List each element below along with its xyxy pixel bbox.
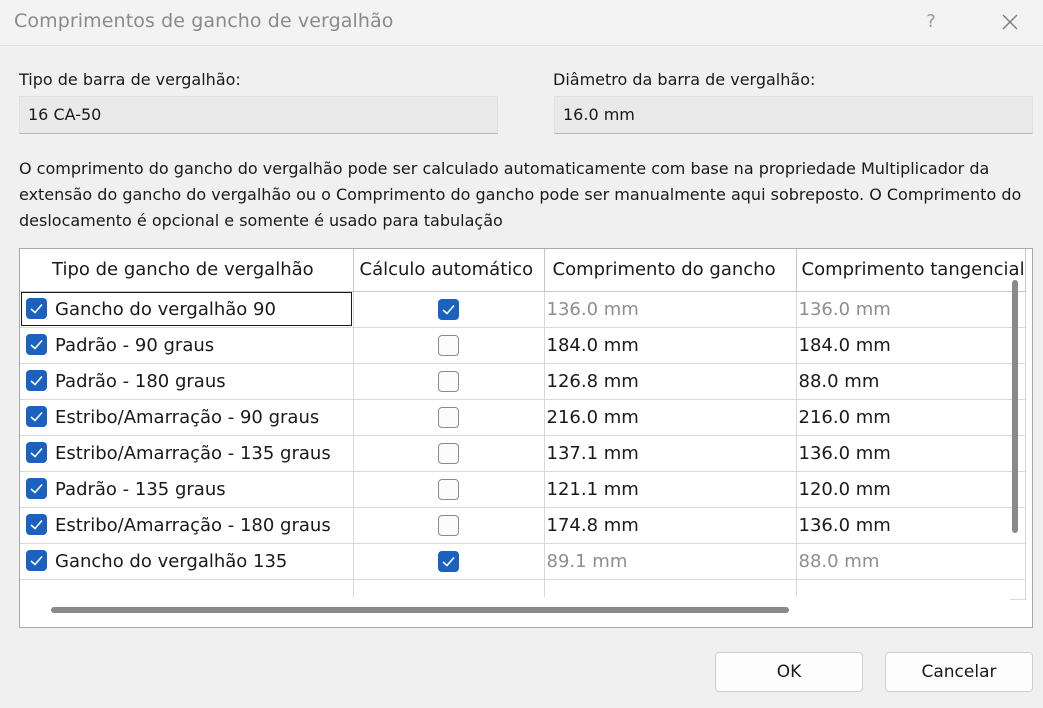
hook-type-name: Padrão - 90 graus — [55, 334, 215, 356]
table-row[interactable]: Padrão - 180 graus 126.8 mm 88.0 mm — [20, 363, 1026, 400]
hook-type-cell[interactable]: Padrão - 135 graus — [20, 471, 354, 508]
hook-type-name: Gancho do vergalhão 90 — [55, 298, 276, 320]
title-bar: Comprimentos de gancho de vergalhão ? — [0, 0, 1043, 46]
diameter-field: 16.0 mm — [554, 96, 1033, 134]
enabled-checkbox[interactable] — [26, 441, 47, 463]
tangent-length-cell: 88.0 mm — [796, 543, 1026, 580]
column-header-hook-length[interactable]: Comprimento do gancho — [544, 249, 797, 292]
horizontal-scrollbar[interactable] — [51, 607, 789, 613]
hook-type-cell[interactable]: Padrão - 180 graus — [20, 363, 354, 400]
hook-length-cell: 136.0 mm — [544, 291, 797, 328]
hook-type-name: Padrão - 180 graus — [55, 370, 226, 392]
enabled-checkbox[interactable] — [26, 549, 47, 571]
close-button[interactable] — [994, 7, 1026, 37]
table-row[interactable]: Gancho do vergalhão 135 89.1 mm 88.0 mm — [20, 543, 1026, 580]
hook-length-cell[interactable]: 121.1 mm — [544, 471, 797, 508]
ok-button[interactable]: OK — [715, 652, 863, 692]
hook-type-cell[interactable]: Gancho do vergalhão 90 — [20, 291, 354, 328]
enabled-checkbox[interactable] — [26, 405, 47, 427]
tangent-length-cell[interactable]: 136.0 mm — [796, 435, 1026, 472]
hook-type-name: Estribo/Amarração - 135 graus — [55, 442, 331, 464]
diameter-label: Diâmetro da barra de vergalhão: — [553, 70, 816, 89]
tangent-length-cell[interactable]: 216.0 mm — [796, 399, 1026, 436]
table-row[interactable]: Gancho do vergalhão 90 136.0 mm 136.0 mm — [20, 291, 1026, 328]
auto-calc-checkbox[interactable] — [438, 550, 459, 572]
description-text: O comprimento do gancho do vergalhão pod… — [19, 159, 1022, 230]
column-header-auto-calc[interactable]: Cálculo automático — [353, 249, 545, 292]
auto-calc-checkbox[interactable] — [438, 298, 459, 320]
hook-length-cell[interactable]: 216.0 mm — [544, 399, 797, 436]
tangent-length-cell[interactable]: 88.0 mm — [796, 363, 1026, 400]
empty-cell — [353, 579, 545, 600]
hook-type-cell[interactable]: Padrão - 90 graus — [20, 327, 354, 364]
help-button[interactable]: ? — [918, 8, 944, 36]
auto-calc-cell — [353, 543, 545, 580]
hook-length-cell[interactable]: 126.8 mm — [544, 363, 797, 400]
empty-cell — [796, 579, 1026, 600]
tangent-length-cell[interactable]: 120.0 mm — [796, 471, 1026, 508]
auto-calc-cell — [353, 291, 545, 328]
empty-row — [20, 579, 1026, 600]
auto-calc-checkbox[interactable] — [438, 478, 459, 500]
auto-calc-checkbox[interactable] — [438, 334, 459, 356]
hook-type-cell[interactable]: Estribo/Amarração - 90 graus — [20, 399, 354, 436]
vertical-scrollbar[interactable] — [1012, 280, 1018, 533]
hook-type-name: Gancho do vergalhão 135 — [55, 550, 288, 572]
cancel-button[interactable]: Cancelar — [885, 652, 1033, 692]
enabled-checkbox[interactable] — [26, 477, 47, 499]
table-row[interactable]: Padrão - 135 graus 121.1 mm 120.0 mm — [20, 471, 1026, 508]
auto-calc-cell — [353, 399, 545, 436]
dialog-title: Comprimentos de gancho de vergalhão — [14, 10, 394, 32]
auto-calc-cell — [353, 507, 545, 544]
tangent-length-cell[interactable]: 136.0 mm — [796, 507, 1026, 544]
hook-type-cell[interactable]: Gancho do vergalhão 135 — [20, 543, 354, 580]
hook-length-cell[interactable]: 137.1 mm — [544, 435, 797, 472]
auto-calc-cell — [353, 363, 545, 400]
hook-type-name: Estribo/Amarração - 90 graus — [55, 406, 320, 428]
column-header-tangent-length[interactable]: Comprimento tangencial — [796, 249, 1026, 292]
empty-cell — [20, 579, 354, 600]
hook-type-name: Padrão - 135 graus — [55, 478, 226, 500]
table-row[interactable]: Padrão - 90 graus 184.0 mm 184.0 mm — [20, 327, 1026, 364]
header-row: Tipo de gancho de vergalhão Cálculo auto… — [20, 249, 1026, 292]
enabled-checkbox[interactable] — [26, 297, 47, 319]
table-row[interactable]: Estribo/Amarração - 180 graus 174.8 mm 136… — [20, 507, 1026, 544]
hook-length-cell: 89.1 mm — [544, 543, 797, 580]
hook-type-cell[interactable]: Estribo/Amarração - 180 graus — [20, 507, 354, 544]
enabled-checkbox[interactable] — [26, 333, 47, 355]
tangent-length-cell[interactable]: 184.0 mm — [796, 327, 1026, 364]
bar-type-label: Tipo de barra de vergalhão: — [19, 70, 241, 89]
hook-lengths-grid: Tipo de gancho de vergalhão Cálculo auto… — [19, 248, 1033, 628]
auto-calc-cell — [353, 327, 545, 364]
hook-type-name: Estribo/Amarração - 180 graus — [55, 514, 331, 536]
hook-type-cell[interactable]: Estribo/Amarração - 135 graus — [20, 435, 354, 472]
bar-type-field: 16 CA-50 — [19, 96, 498, 134]
empty-cell — [544, 579, 797, 600]
hook-table: Tipo de gancho de vergalhão Cálculo auto… — [20, 249, 1026, 600]
auto-calc-checkbox[interactable] — [438, 442, 459, 464]
auto-calc-cell — [353, 471, 545, 508]
auto-calc-checkbox[interactable] — [438, 406, 459, 428]
close-icon — [1002, 14, 1018, 30]
auto-calc-cell — [353, 435, 545, 472]
table-row[interactable]: Estribo/Amarração - 90 graus 216.0 mm 216.… — [20, 399, 1026, 436]
auto-calc-checkbox[interactable] — [438, 370, 459, 392]
enabled-checkbox[interactable] — [26, 513, 47, 535]
tangent-length-cell: 136.0 mm — [796, 291, 1026, 328]
hook-length-cell[interactable]: 174.8 mm — [544, 507, 797, 544]
hook-length-cell[interactable]: 184.0 mm — [544, 327, 797, 364]
auto-calc-checkbox[interactable] — [438, 514, 459, 536]
enabled-checkbox[interactable] — [26, 369, 47, 391]
table-row[interactable]: Estribo/Amarração - 135 graus 137.1 mm 136… — [20, 435, 1026, 472]
column-header-hook-type[interactable]: Tipo de gancho de vergalhão — [20, 249, 354, 292]
